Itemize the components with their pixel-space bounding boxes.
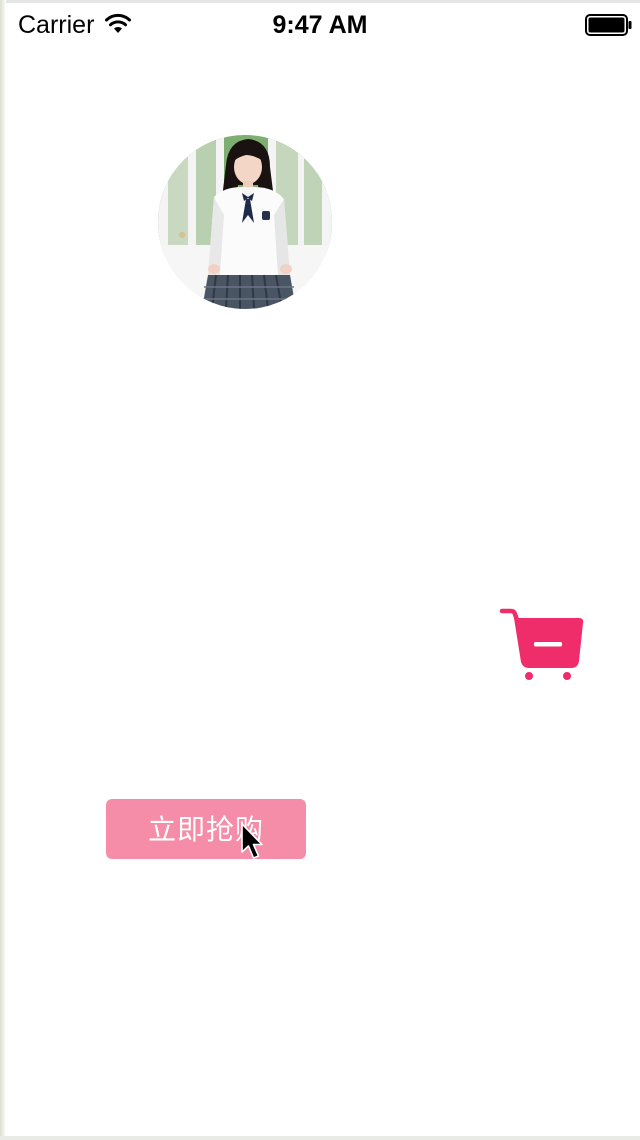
shopping-cart-button[interactable]: [499, 606, 587, 682]
left-edge: [0, 0, 6, 1140]
profile-photo: [158, 135, 332, 309]
battery-icon: [585, 14, 632, 36]
buy-now-button[interactable]: 立即抢购: [106, 799, 306, 859]
status-bar: Carrier 9:47 AM: [0, 3, 640, 43]
status-time: 9:47 AM: [272, 11, 368, 39]
avatar: [158, 135, 332, 309]
bottom-edge: [0, 1136, 640, 1140]
mouse-pointer-icon: [241, 823, 263, 859]
shopping-cart-remove-icon: [499, 608, 584, 680]
